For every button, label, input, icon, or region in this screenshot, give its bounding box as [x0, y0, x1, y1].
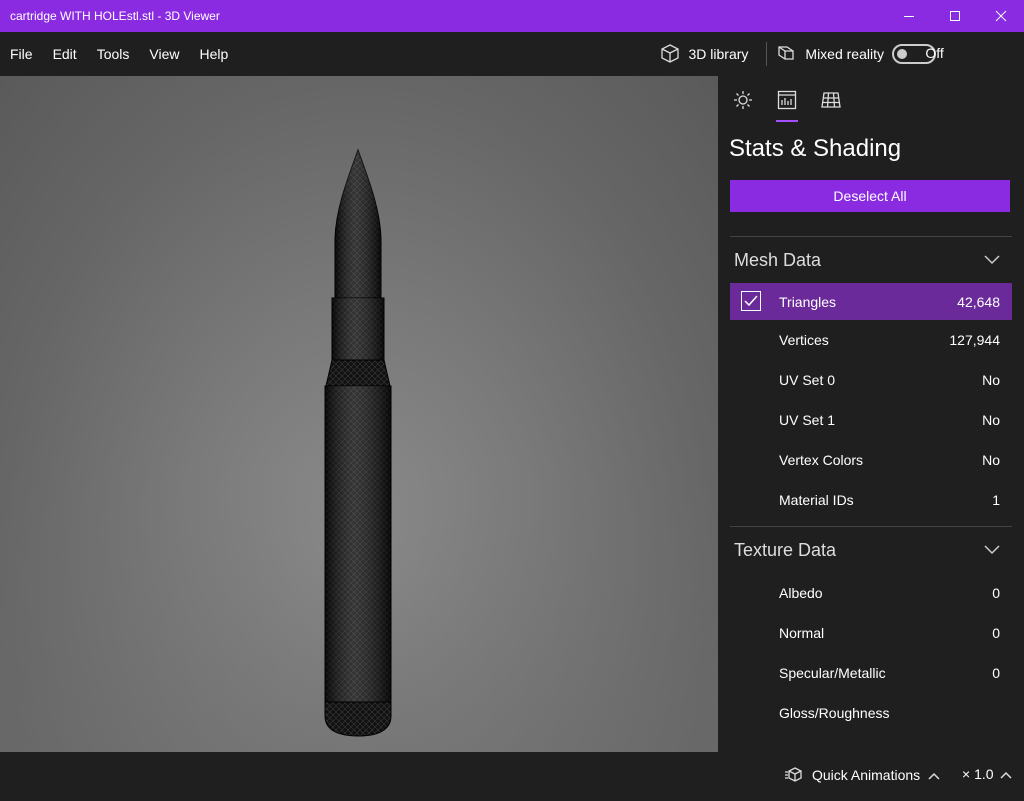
menu-view[interactable]: View: [139, 32, 189, 76]
tab-grid[interactable]: [816, 76, 846, 124]
checkmark-icon: [744, 295, 758, 307]
lighting-icon: [734, 91, 752, 109]
grid-icon: [821, 92, 841, 108]
animation-icon: [785, 767, 802, 782]
tab-lighting[interactable]: [728, 76, 758, 124]
chevron-up-icon: [1000, 771, 1012, 779]
bottom-bar: Quick Animations × 1.0: [0, 752, 1024, 801]
tab-stats[interactable]: [772, 76, 802, 124]
close-icon: [995, 10, 1007, 22]
stat-label: Albedo: [779, 585, 823, 601]
deselect-all-button[interactable]: Deselect All: [730, 180, 1010, 212]
triangles-checkbox[interactable]: [741, 291, 761, 311]
stats-icon: [777, 90, 797, 110]
menu-edit[interactable]: Edit: [43, 32, 87, 76]
panel-title: Stats & Shading: [729, 135, 902, 162]
toggle-knob: [897, 49, 907, 59]
maximize-button[interactable]: [932, 0, 978, 32]
speed-label: × 1.0: [962, 766, 994, 782]
stat-label: Vertices: [779, 332, 829, 348]
stat-value: No: [982, 452, 1000, 468]
separator: [766, 42, 768, 66]
stat-row-triangles[interactable]: Triangles 42,648: [730, 283, 1012, 320]
stat-label: Gloss/Roughness: [779, 705, 890, 721]
stat-value: No: [982, 412, 1000, 428]
stat-label: Normal: [779, 625, 825, 641]
stat-value: 0: [992, 665, 1000, 681]
mixed-reality-state: Off: [925, 45, 944, 61]
mixed-reality-label: Mixed reality: [805, 46, 884, 62]
stat-row-albedo[interactable]: Albedo 0: [730, 573, 1012, 613]
3d-viewport[interactable]: [0, 76, 718, 752]
menu-tools[interactable]: Tools: [87, 32, 140, 76]
stat-label: UV Set 0: [779, 372, 836, 388]
stat-row-material-ids[interactable]: Material IDs 1: [730, 480, 1012, 520]
stat-label: Triangles: [779, 293, 837, 310]
minimize-icon: [904, 16, 914, 17]
stat-label: Material IDs: [779, 492, 854, 508]
stat-row-gloss-roughness[interactable]: Gloss/Roughness: [730, 693, 1012, 733]
3d-library-button[interactable]: 3D library: [649, 43, 759, 65]
stat-row-vertex-colors[interactable]: Vertex Colors No: [730, 440, 1012, 480]
stat-label: Vertex Colors: [779, 452, 864, 468]
mesh-data-header[interactable]: Mesh Data: [718, 237, 1024, 283]
quick-animations-label: Quick Animations: [812, 767, 921, 783]
quick-animations-button[interactable]: Quick Animations: [784, 766, 940, 784]
minimize-button[interactable]: [886, 0, 932, 32]
stat-row-uv-set-1[interactable]: UV Set 1 No: [730, 400, 1012, 440]
menu-help[interactable]: Help: [189, 32, 238, 76]
stat-value: 1: [992, 492, 1000, 508]
panel-tabs: [718, 76, 1024, 124]
cube-icon: [660, 44, 679, 63]
stat-row-vertices[interactable]: Vertices 127,944: [730, 320, 1012, 360]
maximize-icon: [950, 11, 960, 21]
stat-value: 127,944: [949, 332, 1000, 348]
stat-value: No: [982, 372, 1000, 388]
stat-value: 0: [992, 625, 1000, 641]
menu-bar: File Edit Tools View Help 3D library Mix…: [0, 32, 1024, 76]
animation-speed-button[interactable]: × 1.0: [962, 766, 1012, 782]
mesh-data-title: Mesh Data: [734, 249, 822, 270]
texture-data-header[interactable]: Texture Data: [718, 527, 1024, 573]
chevron-down-icon: [984, 545, 1000, 555]
menu-file[interactable]: File: [0, 32, 43, 76]
close-button[interactable]: [978, 0, 1024, 32]
stat-label: Specular/Metallic: [779, 665, 886, 681]
stat-row-normal[interactable]: Normal 0: [730, 613, 1012, 653]
stat-row-specular-metallic[interactable]: Specular/Metallic 0: [730, 653, 1012, 693]
chevron-up-icon: [928, 772, 940, 780]
stats-panel: Stats & Shading Deselect All Mesh Data T…: [718, 76, 1024, 752]
stat-value: 0: [992, 585, 1000, 601]
stat-label: UV Set 1: [779, 412, 836, 428]
cartridge-model[interactable]: [318, 148, 398, 738]
3d-library-label: 3D library: [688, 46, 749, 62]
window-title: cartridge WITH HOLEstl.stl - 3D Viewer: [10, 9, 220, 23]
mixed-reality-icon: [778, 46, 795, 60]
stat-row-uv-set-0[interactable]: UV Set 0 No: [730, 360, 1012, 400]
stat-value: 42,648: [957, 293, 1000, 310]
texture-data-title: Texture Data: [734, 539, 837, 560]
title-bar: cartridge WITH HOLEstl.stl - 3D Viewer: [0, 0, 1024, 32]
chevron-down-icon: [984, 255, 1000, 265]
